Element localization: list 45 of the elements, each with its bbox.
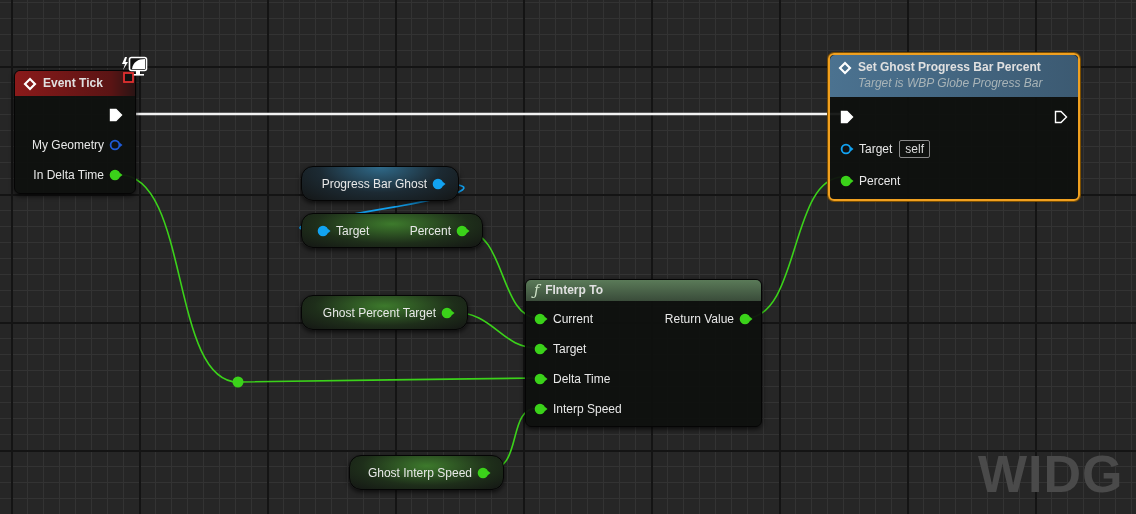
pin-icon[interactable] (534, 402, 548, 416)
pin-label: Interp Speed (553, 402, 622, 416)
graph-node[interactable]: Progress Bar Ghost (301, 166, 459, 201)
graph-node[interactable]: Ghost Interp Speed (349, 455, 504, 490)
pin-icon[interactable] (840, 110, 854, 124)
node-title: Event Tick (43, 76, 103, 91)
pin-icon[interactable] (456, 223, 470, 238)
replication-icon (120, 56, 150, 86)
pin-label: Percent (859, 174, 901, 188)
pin-label: Ghost Percent Target (322, 305, 436, 320)
pin-label: Progress Bar Ghost (321, 176, 427, 191)
node-title: Set Ghost Progress Bar Percent (858, 60, 1042, 75)
pin-label: Percent (409, 223, 451, 238)
pin-label: My Geometry (32, 138, 104, 152)
reroute-knot[interactable] (232, 376, 244, 388)
pin-label: Target (553, 342, 587, 356)
graph-node[interactable]: ƒ FInterp To Current Return Value Target Delta Time Interp Speed (525, 279, 762, 427)
graph-node[interactable]: Event Tick My Geometry In Delta Time (14, 70, 136, 194)
node-title: FInterp To (545, 283, 603, 298)
pin-label: Ghost Interp Speed (367, 465, 472, 480)
pin-icon[interactable] (534, 342, 548, 356)
pin-label: Target (859, 142, 893, 156)
pin-icon[interactable] (109, 108, 123, 122)
pin-icon[interactable] (840, 142, 854, 156)
pin-icon[interactable] (739, 312, 753, 326)
pin-label: Target (336, 223, 370, 238)
pin-label: Current (553, 312, 593, 326)
pin-icon[interactable] (534, 372, 548, 386)
pin-icon[interactable] (840, 174, 854, 188)
diamond-icon (838, 61, 852, 75)
pin-icon[interactable] (441, 305, 455, 320)
pin-label: Delta Time (553, 372, 611, 386)
pin-icon[interactable] (477, 465, 491, 480)
graph-node[interactable]: Set Ghost Progress Bar Percent Target is WBP Globe Progress Bar Target self Percent (828, 53, 1080, 201)
pin-icon[interactable] (534, 312, 548, 326)
default-value-field[interactable]: self (899, 140, 931, 158)
graph-node[interactable]: Ghost Percent Target (301, 295, 468, 330)
pin-label: Return Value (664, 312, 734, 326)
pin-icon[interactable] (1054, 110, 1068, 124)
node-subtitle: Target is WBP Globe Progress Bar (858, 75, 1043, 91)
pin-icon[interactable] (109, 168, 123, 182)
diamond-icon (23, 77, 37, 91)
pin-icon[interactable] (432, 176, 446, 191)
graph-node[interactable]: Target Percent (301, 213, 483, 248)
pin-label: In Delta Time (33, 168, 104, 182)
